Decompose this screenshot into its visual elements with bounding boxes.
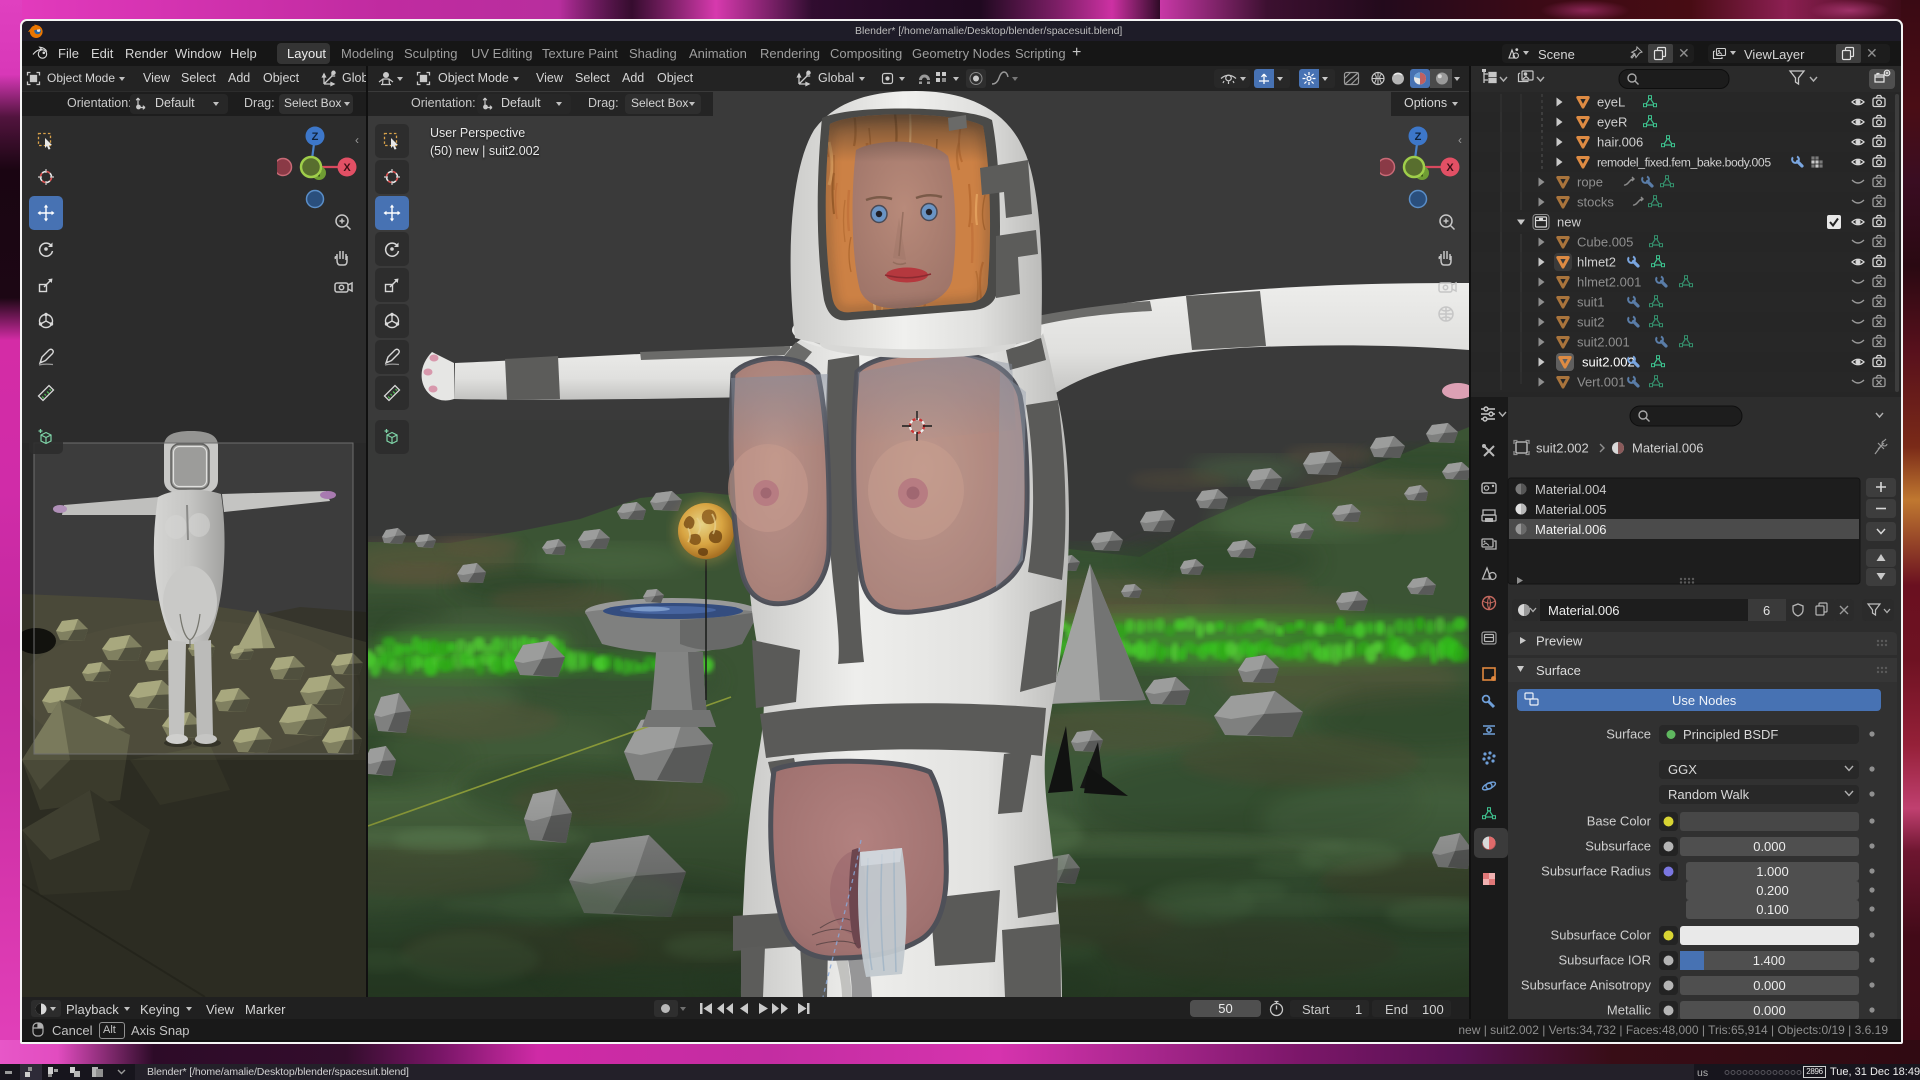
- svg-text:0.000: 0.000: [1753, 1003, 1786, 1018]
- svg-text:Material.006: Material.006: [1535, 522, 1607, 537]
- svg-text:Z: Z: [1415, 131, 1422, 143]
- svg-text:Material.006: Material.006: [1548, 603, 1620, 618]
- svg-text:GGX: GGX: [1668, 762, 1697, 777]
- svg-text:eyeR: eyeR: [1597, 115, 1627, 130]
- svg-text:Surface: Surface: [1606, 727, 1651, 742]
- svg-text:hlmet2.001: hlmet2.001: [1577, 275, 1641, 290]
- svg-text:Subsurface: Subsurface: [1585, 839, 1651, 854]
- svg-text:6: 6: [1763, 603, 1770, 618]
- svg-text:0.000: 0.000: [1753, 978, 1786, 993]
- svg-text:remodel_fixed.fem_bake.body.00: remodel_fixed.fem_bake.body.005: [1597, 156, 1771, 170]
- svg-text:eyeL: eyeL: [1597, 95, 1625, 110]
- svg-text:0.200: 0.200: [1756, 883, 1789, 898]
- svg-text:1.000: 1.000: [1756, 864, 1789, 879]
- svg-text:Vert.001: Vert.001: [1577, 375, 1625, 390]
- svg-text:Material.005: Material.005: [1535, 502, 1607, 517]
- svg-text:Principled BSDF: Principled BSDF: [1683, 727, 1778, 742]
- svg-text:Material.006: Material.006: [1632, 441, 1704, 456]
- svg-text:Random Walk: Random Walk: [1668, 787, 1750, 802]
- svg-text:Subsurface IOR: Subsurface IOR: [1559, 953, 1652, 968]
- svg-text:Surface: Surface: [1536, 663, 1581, 678]
- svg-text:Subsurface Anisotropy: Subsurface Anisotropy: [1521, 978, 1652, 993]
- svg-text:hair.006: hair.006: [1597, 135, 1643, 150]
- svg-text:Metallic: Metallic: [1607, 1003, 1652, 1018]
- svg-text:new: new: [1557, 215, 1581, 230]
- svg-text:suit1: suit1: [1577, 295, 1604, 310]
- svg-text:0.100: 0.100: [1756, 902, 1789, 917]
- svg-text:Use Nodes: Use Nodes: [1672, 693, 1737, 708]
- svg-text:Subsurface Radius: Subsurface Radius: [1541, 864, 1651, 879]
- svg-text:0.000: 0.000: [1753, 839, 1786, 854]
- svg-text:suit2.002: suit2.002: [1582, 355, 1635, 370]
- svg-text:Material.004: Material.004: [1535, 482, 1607, 497]
- svg-text:Subsurface Color: Subsurface Color: [1551, 928, 1652, 943]
- svg-text:X: X: [343, 162, 351, 174]
- svg-text:1.400: 1.400: [1753, 953, 1786, 968]
- svg-text:suit2: suit2: [1577, 315, 1604, 330]
- svg-text:X: X: [1446, 162, 1454, 174]
- svg-text:stocks: stocks: [1577, 195, 1614, 210]
- svg-text:Cube.005: Cube.005: [1577, 235, 1633, 250]
- svg-text:rope: rope: [1577, 175, 1603, 190]
- svg-text:Preview: Preview: [1536, 634, 1583, 649]
- svg-text:Base Color: Base Color: [1587, 814, 1652, 829]
- svg-text:hlmet2: hlmet2: [1577, 255, 1616, 270]
- svg-text:Z: Z: [312, 131, 319, 143]
- svg-text:suit2.002: suit2.002: [1536, 441, 1589, 456]
- svg-text:suit2.001: suit2.001: [1577, 335, 1630, 350]
